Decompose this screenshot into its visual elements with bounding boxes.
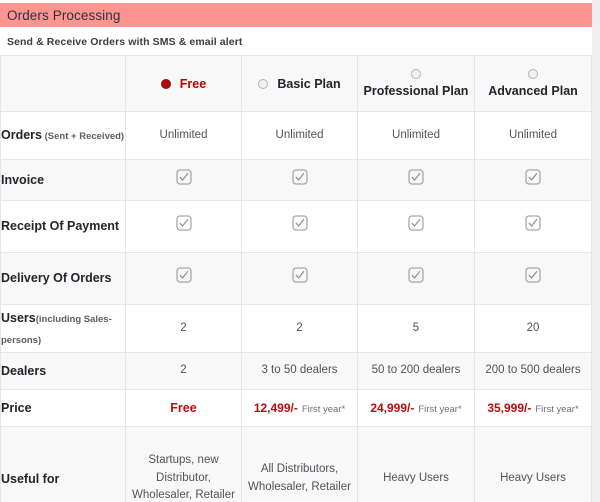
page-title: Orders Processing xyxy=(7,7,121,23)
feature-note: (Sent + Received) xyxy=(42,131,125,143)
cell-invoice-advanced xyxy=(474,159,592,201)
plan-comparison-table: Free Basic Plan Professional Plan Advanc… xyxy=(0,55,592,502)
cell-orders-basic: Unlimited xyxy=(241,111,358,160)
table-row: Price Free 12,499/- First year* 24,999/- F… xyxy=(0,389,592,427)
cell-useful-professional: Heavy Users xyxy=(357,426,475,502)
price-value: 12,499/- xyxy=(253,401,298,415)
radio-professional-icon[interactable] xyxy=(411,69,421,79)
feature-label-receipt-of-payment: Receipt Of Payment xyxy=(0,200,126,253)
cell-price-professional: 24,999/- First year* xyxy=(357,389,475,427)
checkbox-checked-icon xyxy=(408,168,424,192)
checkbox-checked-icon xyxy=(525,168,541,192)
plan-header-advanced[interactable]: Advanced Plan xyxy=(474,55,592,112)
table-row: Useful for Startups, new Distributor, Wh… xyxy=(0,426,592,502)
header-empty-cell xyxy=(0,55,126,112)
cell-useful-free: Startups, new Distributor, Wholesaler, R… xyxy=(125,426,242,502)
cell-receipt-free xyxy=(125,200,242,253)
radio-free-icon[interactable] xyxy=(160,78,171,89)
cell-receipt-basic xyxy=(241,200,358,253)
plan-name-free: Free xyxy=(179,76,207,91)
cell-dealers-basic: 3 to 50 dealers xyxy=(241,352,358,390)
price-note: First year* xyxy=(418,404,462,415)
feature-label-users: Users(including Sales-persons) xyxy=(0,304,126,353)
cell-delivery-professional xyxy=(357,252,475,305)
radio-basic-icon[interactable] xyxy=(258,78,269,89)
cell-dealers-advanced: 200 to 500 dealers xyxy=(474,352,592,390)
cell-useful-advanced: Heavy Users xyxy=(474,426,592,502)
cell-delivery-free xyxy=(125,252,242,305)
checkbox-checked-icon xyxy=(175,168,192,192)
cell-delivery-basic xyxy=(241,252,358,305)
checkbox-checked-icon xyxy=(525,215,541,238)
checkbox-checked-icon xyxy=(291,168,308,192)
cell-orders-professional: Unlimited xyxy=(357,111,475,160)
vertical-scrollbar[interactable] xyxy=(592,0,600,502)
plan-header-professional[interactable]: Professional Plan xyxy=(357,55,475,112)
checkbox-checked-icon xyxy=(291,215,308,238)
price-value: 24,999/- xyxy=(370,401,415,415)
cell-delivery-advanced xyxy=(474,252,592,305)
cell-users-free: 2 xyxy=(125,304,242,353)
table-row: Dealers 2 3 to 50 dealers 50 to 200 deal… xyxy=(0,352,592,390)
checkbox-checked-icon xyxy=(175,215,192,238)
plan-name-basic: Basic Plan xyxy=(277,76,341,91)
feature-label-delivery-of-orders: Delivery Of Orders xyxy=(0,252,126,305)
feature-label-useful-for: Useful for xyxy=(0,426,126,502)
cell-dealers-free: 2 xyxy=(125,352,242,390)
cell-users-basic: 2 xyxy=(241,304,358,353)
cell-users-professional: 5 xyxy=(357,304,475,353)
cell-useful-basic: All Distributors, Wholesaler, Retailer xyxy=(241,426,358,502)
checkbox-checked-icon xyxy=(408,267,424,290)
cell-orders-free: Unlimited xyxy=(125,111,242,160)
plan-header-row: Free Basic Plan Professional Plan Advanc… xyxy=(0,55,592,112)
plan-header-free[interactable]: Free xyxy=(125,55,242,112)
checkbox-checked-icon xyxy=(525,267,541,290)
checkbox-checked-icon xyxy=(408,215,424,238)
checkbox-checked-icon xyxy=(175,267,192,290)
table-row: Receipt Of Payment xyxy=(0,200,592,253)
table-row: Orders (Sent + Received) Unlimited Unlim… xyxy=(0,111,592,160)
radio-advanced-icon[interactable] xyxy=(528,69,538,79)
plan-name-advanced: Advanced Plan xyxy=(488,84,578,98)
feature-label-price: Price xyxy=(0,389,126,427)
price-value: 35,999/- xyxy=(487,401,532,415)
feature-label-invoice: Invoice xyxy=(0,159,126,201)
table-row: Invoice xyxy=(0,159,592,201)
price-value: Free xyxy=(170,401,197,415)
feature-name: Orders xyxy=(1,128,42,143)
page-content: Orders Processing Send & Receive Orders … xyxy=(0,0,592,502)
cell-price-free: Free xyxy=(125,389,242,427)
feature-label-dealers: Dealers xyxy=(0,352,126,390)
checkbox-checked-icon xyxy=(291,267,308,290)
cell-invoice-professional xyxy=(357,159,475,201)
cell-receipt-advanced xyxy=(474,200,592,253)
plan-header-basic[interactable]: Basic Plan xyxy=(241,55,358,112)
cell-users-advanced: 20 xyxy=(474,304,592,353)
feature-label-orders: Orders (Sent + Received) xyxy=(0,111,126,160)
section-banner: Orders Processing xyxy=(0,3,592,27)
feature-name: Users xyxy=(1,310,36,325)
price-note: First year* xyxy=(535,404,579,415)
cell-invoice-free xyxy=(125,159,242,201)
cell-price-basic: 12,499/- First year* xyxy=(241,389,358,427)
cell-receipt-professional xyxy=(357,200,475,253)
section-subtitle: Send & Receive Orders with SMS & email a… xyxy=(7,36,243,48)
plan-name-professional: Professional Plan xyxy=(363,84,469,98)
cell-price-advanced: 35,999/- First year* xyxy=(474,389,592,427)
cell-dealers-professional: 50 to 200 dealers xyxy=(357,352,475,390)
table-row: Delivery Of Orders xyxy=(0,252,592,305)
price-note: First year* xyxy=(301,404,346,415)
table-row: Users(including Sales-persons) 2 2 5 20 xyxy=(0,304,592,353)
pricing-page: Orders Processing Send & Receive Orders … xyxy=(0,0,600,502)
cell-orders-advanced: Unlimited xyxy=(474,111,592,160)
cell-invoice-basic xyxy=(241,159,358,201)
